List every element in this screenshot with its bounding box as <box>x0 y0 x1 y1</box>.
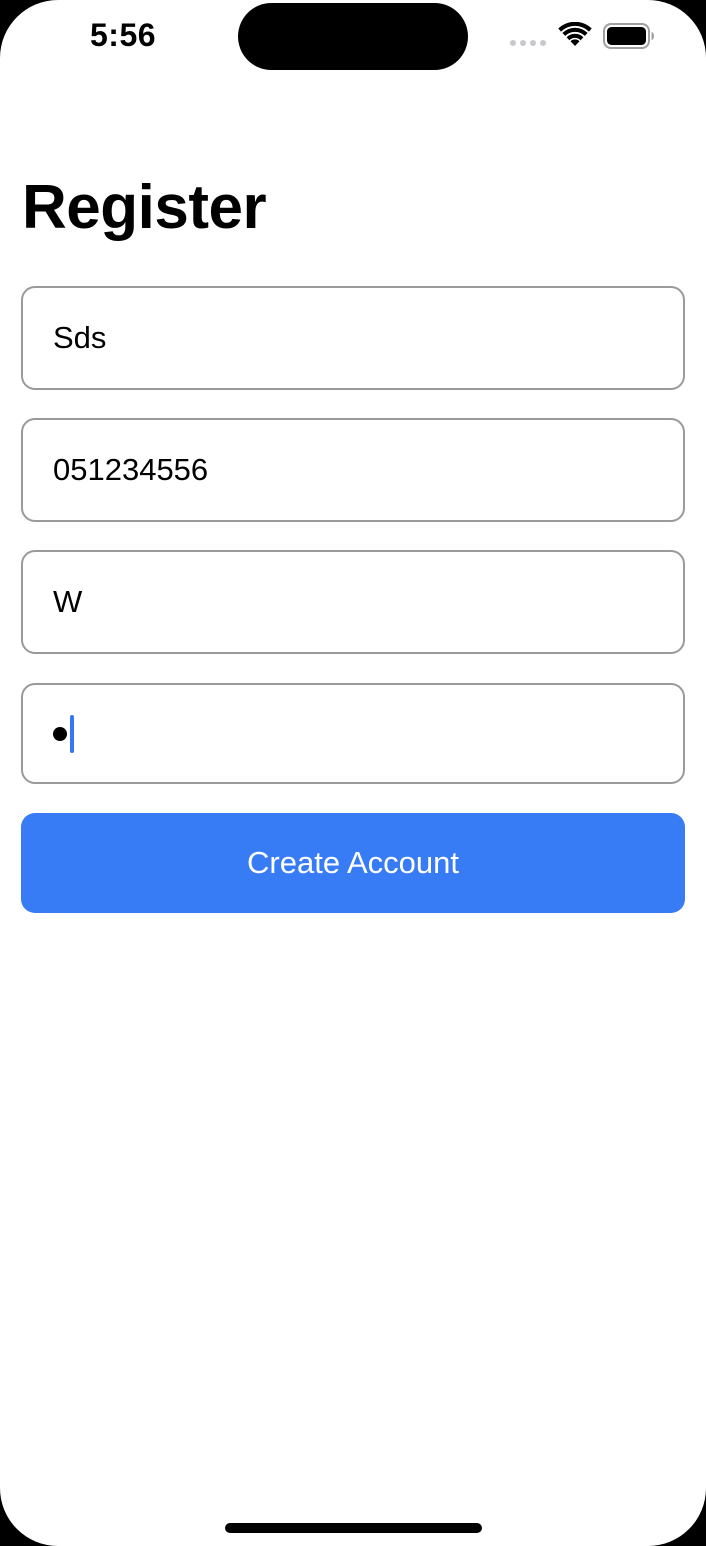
wifi-icon <box>558 22 592 46</box>
name-field[interactable]: Sds <box>21 286 685 390</box>
text-field[interactable]: W <box>21 550 685 654</box>
name-field-value: Sds <box>53 320 107 355</box>
page-title: Register <box>22 173 267 242</box>
status-time: 5:56 <box>90 17 157 53</box>
create-account-button[interactable]: Create Account <box>21 813 685 913</box>
home-indicator[interactable] <box>225 1523 482 1533</box>
register-screen: 5:56 Register Sds 051234556 W Create Acc… <box>0 0 706 1546</box>
password-field[interactable] <box>21 683 685 784</box>
dynamic-island <box>238 3 468 70</box>
phone-field[interactable]: 051234556 <box>21 418 685 522</box>
text-field-value: W <box>53 584 83 619</box>
text-cursor <box>70 714 74 753</box>
password-mask-dot <box>53 726 67 741</box>
battery-icon <box>603 23 654 49</box>
phone-field-value: 051234556 <box>53 452 209 487</box>
cellular-signal-icon <box>510 40 546 46</box>
